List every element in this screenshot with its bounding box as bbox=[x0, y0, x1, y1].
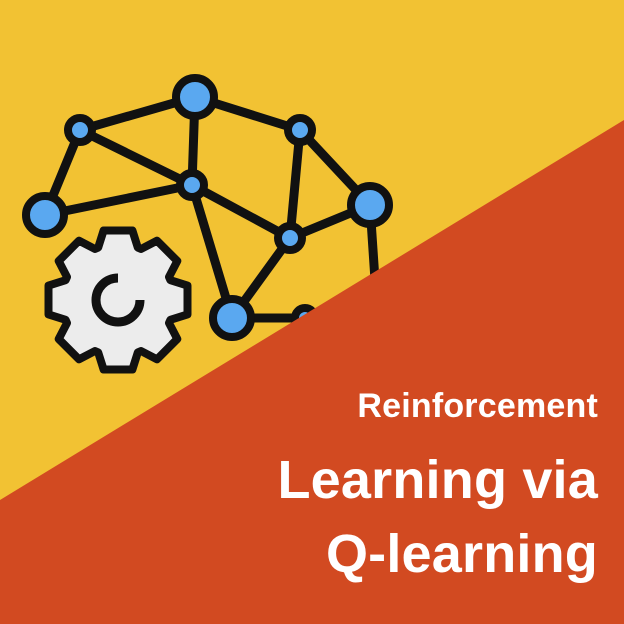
title-line-2: Learning via bbox=[277, 450, 598, 510]
title-line-1: Reinforcement bbox=[357, 387, 598, 425]
cover-canvas: Reinforcement Learning via Q-learning bbox=[0, 0, 624, 624]
title-line-3: Q-learning bbox=[325, 524, 598, 584]
